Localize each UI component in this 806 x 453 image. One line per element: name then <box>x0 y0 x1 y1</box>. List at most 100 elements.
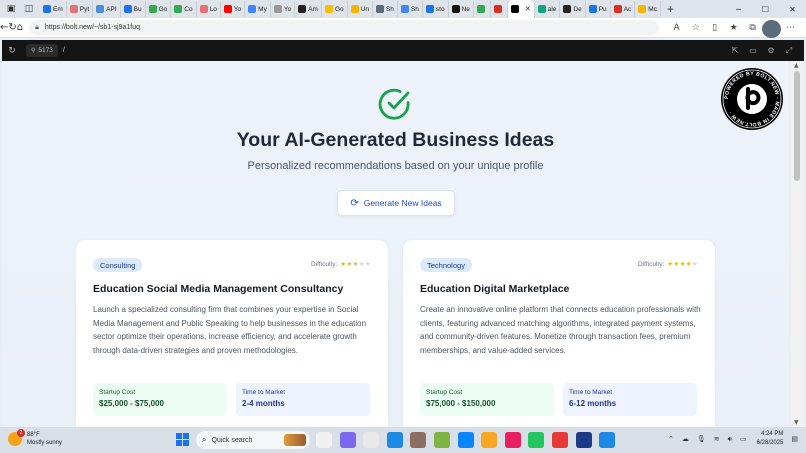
browser-tab[interactable]: Un <box>348 1 373 17</box>
star-icon: ★ <box>364 260 371 268</box>
taskbar-app-icon[interactable] <box>316 432 332 448</box>
weather-widget[interactable]: 2 88°F Mostly sunny <box>8 429 62 447</box>
browser-tab[interactable]: My <box>245 1 271 17</box>
microphone-icon[interactable]: 🎙︎ <box>697 435 706 443</box>
taskbar-app-icon[interactable] <box>386 432 403 448</box>
browser-tab[interactable]: sto <box>423 1 449 17</box>
browser-tab[interactable]: Lo <box>197 1 221 17</box>
clock[interactable]: 4:24 PM 6/28/2025 <box>757 430 784 448</box>
taskbar-app-icon[interactable] <box>433 432 450 448</box>
maximize-button[interactable]: ☐ <box>752 0 779 18</box>
new-tab-button[interactable]: + <box>667 2 674 16</box>
browser-tab[interactable]: Sh <box>398 1 423 17</box>
weather-temp: 88°F <box>27 432 40 438</box>
browser-tab[interactable]: Em <box>40 1 67 17</box>
read-aloud-icon[interactable]: A <box>667 19 686 37</box>
taskbar-app-icon[interactable] <box>410 432 427 448</box>
url-text: https://bolt.new/~/sb1-sj9a1fuq <box>44 24 141 31</box>
browser-tab[interactable]: Co <box>171 1 197 17</box>
scroll-down-icon[interactable]: ▼ <box>794 419 799 426</box>
browser-tab[interactable]: Go <box>146 1 172 17</box>
taskbar-app-icon[interactable] <box>575 432 592 448</box>
tab-actions-icon[interactable]: ▣ <box>4 2 18 16</box>
copilot-icon[interactable]: ◉ <box>800 19 806 37</box>
close-tab-icon[interactable]: ✕ <box>525 5 531 13</box>
startup-cost-box: Startup Cost $75,000 - $150,000 <box>420 383 554 416</box>
browser-tab[interactable]: Yo <box>271 1 296 17</box>
taskbar-app-icon[interactable] <box>599 432 616 448</box>
open-external-icon[interactable]: ⇱ <box>726 46 744 56</box>
port-selector[interactable]: ⚲ 5173 <box>26 44 58 57</box>
tab-favicon-icon <box>248 5 257 13</box>
browser-tab[interactable]: Ac <box>611 1 636 17</box>
favorite-star-icon[interactable]: ☆ <box>686 19 705 37</box>
taskbar-app-icon[interactable] <box>481 432 498 448</box>
taskbar-app-icon[interactable] <box>551 432 568 448</box>
cloud-icon[interactable]: ☁ <box>682 435 689 443</box>
battery-icon[interactable]: ▭ <box>740 435 747 443</box>
collections-icon[interactable]: ⧉ <box>743 19 762 37</box>
start-button[interactable] <box>176 433 189 446</box>
browser-tab[interactable]: Pu <box>586 1 611 17</box>
check-circle-icon <box>378 88 410 120</box>
bolt-badge-logo[interactable]: POWERED BY BOLT.NEW · MADE IN BOLT.NEW · <box>720 67 784 131</box>
refresh-icon[interactable]: ↻ <box>8 19 16 37</box>
lock-icon: 🔒︎ <box>35 23 39 31</box>
idea-card[interactable]: Technology Difficulty: ★★★★★ Education D… <box>403 240 715 427</box>
minimize-button[interactable]: ─ <box>725 0 752 18</box>
taskbar-app-icon[interactable] <box>363 432 380 448</box>
browser-tab[interactable]: Yo <box>221 1 246 17</box>
home-icon[interactable]: ⌂ <box>17 19 23 37</box>
browser-tab[interactable]: Ne <box>449 1 474 17</box>
vertical-tabs-icon[interactable]: ◫ <box>22 2 36 16</box>
volume-icon[interactable]: 🔊︎ <box>728 435 732 444</box>
wifi-icon[interactable]: ≋ <box>714 435 720 443</box>
page-scrollbar[interactable]: ▲ ▼ <box>791 61 804 427</box>
browser-tab[interactable] <box>491 1 508 17</box>
fullscreen-icon[interactable]: ⤢ <box>780 46 798 56</box>
browser-tab[interactable]: ale <box>535 1 561 17</box>
browser-tab[interactable] <box>474 1 491 17</box>
browser-tab[interactable]: Go <box>322 1 348 17</box>
browser-tab[interactable]: API <box>93 1 121 17</box>
browser-tab-strip: ▣ ◫ Em Pyt API Bu Go Co Lo Yo My Yo Am Go Un Sh Sh sto N… <box>0 0 806 18</box>
chevron-up-icon[interactable]: ⌃ <box>668 435 674 443</box>
preview-path[interactable]: / <box>63 47 65 54</box>
close-window-button[interactable]: ✕ <box>779 0 806 18</box>
taskbar-app-icon[interactable] <box>339 432 356 448</box>
preview-reload-icon[interactable]: ↻ <box>2 46 22 56</box>
scroll-up-icon[interactable]: ▲ <box>794 62 799 69</box>
taskbar-app-icon[interactable] <box>457 432 474 448</box>
idea-card[interactable]: Consulting Difficulty: ★★★★★ Education S… <box>76 240 388 427</box>
settings-menu-icon[interactable]: ⋯ <box>781 19 800 37</box>
browser-tab[interactable]: Am <box>295 1 322 17</box>
tab-favicon-icon <box>563 5 572 13</box>
tab-label: Co <box>184 5 193 13</box>
tab-favicon-icon <box>493 5 502 13</box>
scroll-thumb[interactable] <box>794 71 800 181</box>
browser-tab[interactable]: Mc <box>635 1 661 17</box>
startup-cost-box: Startup Cost $25,000 - $75,000 <box>93 383 227 416</box>
device-preview-icon[interactable]: ▭ <box>744 46 762 56</box>
browser-tab[interactable]: De <box>560 1 586 17</box>
back-icon[interactable]: ← <box>0 19 8 37</box>
favorites-icon[interactable]: ★ <box>724 19 743 37</box>
browser-tab[interactable]: Pyt <box>67 1 94 17</box>
sun-icon: 2 <box>8 429 25 446</box>
browser-tab[interactable]: ✕ <box>507 0 535 18</box>
taskbar-search[interactable]: ⌕ Quick search <box>196 431 310 449</box>
split-screen-icon[interactable]: ▯ <box>705 19 724 37</box>
profile-avatar[interactable] <box>762 19 782 38</box>
generate-new-ideas-button[interactable]: ⟳ Generate New Ideas <box>337 190 455 216</box>
browser-tab[interactable]: Sh <box>373 1 398 17</box>
url-field[interactable]: 🔒︎ https://bolt.new/~/sb1-sj9a1fuq <box>29 20 660 35</box>
taskbar-app-icon[interactable] <box>504 432 521 448</box>
idea-description: Launch a specialized consulting firm tha… <box>93 305 367 356</box>
devtools-icon[interactable]: ⚙ <box>762 46 780 56</box>
tab-favicon-icon <box>298 5 307 13</box>
notifications-icon[interactable]: ▤ <box>791 435 798 443</box>
taskbar-app-icon[interactable] <box>528 432 545 448</box>
browser-tab[interactable]: Bu <box>121 1 146 17</box>
tab-favicon-icon <box>476 5 485 13</box>
time-to-market-box: Time to Market 2-4 months <box>236 383 370 416</box>
